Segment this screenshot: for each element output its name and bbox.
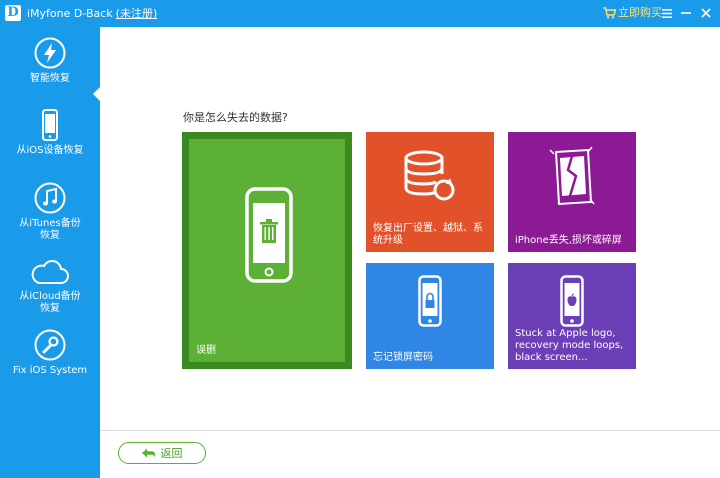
sidebar-item-ios-device[interactable]: 从iOS设备恢复 xyxy=(0,109,100,157)
sidebar-item-label: 从iTunes备份 恢复 xyxy=(19,218,81,241)
menu-icon xyxy=(662,8,672,18)
back-button[interactable]: 返回 xyxy=(118,442,206,464)
footer-divider xyxy=(100,430,720,431)
question-heading: 你是怎么失去的数据? xyxy=(183,111,288,124)
buy-now-link[interactable]: 立即购买 xyxy=(603,5,662,21)
wrench-icon xyxy=(34,329,66,361)
registration-link[interactable]: (未注册) xyxy=(116,7,158,20)
close-icon xyxy=(701,8,711,18)
iphone-icon xyxy=(42,109,58,141)
sidebar-item-smart-recovery[interactable]: 智能恢复 xyxy=(0,37,100,85)
tile-label: iPhone丢失,损坏或碎屏 xyxy=(515,235,622,246)
app-logo: D xyxy=(5,5,21,21)
database-restore-icon xyxy=(404,150,455,201)
tile-accidental-deletion[interactable]: 误删 xyxy=(182,132,352,369)
back-button-label: 返回 xyxy=(160,447,183,460)
back-arrow-icon xyxy=(141,448,155,458)
tile-inner: 误删 xyxy=(189,139,345,362)
phone-apple-icon xyxy=(560,275,584,327)
lightning-icon xyxy=(34,37,66,69)
minimize-icon xyxy=(681,12,691,14)
sidebar: 智能恢复 从iOS设备恢复 从iTunes备份 恢复 从iCloud备份 恢复 … xyxy=(0,27,100,478)
sidebar-item-label: 智能恢复 xyxy=(30,73,70,84)
cloud-icon xyxy=(31,260,69,284)
tile-label: 误删 xyxy=(196,345,216,356)
sidebar-item-label: 从iOS设备恢复 xyxy=(16,145,84,156)
tile-label: 恢复出厂设置、越狱、系统升级 xyxy=(373,223,483,246)
tile-label: Stuck at Apple logo, recovery mode loops… xyxy=(515,328,624,363)
tile-lost-broken-phone[interactable]: iPhone丢失,损坏或碎屏 xyxy=(508,132,636,252)
tile-label: 忘记锁屏密码 xyxy=(373,352,433,363)
music-note-icon xyxy=(34,182,66,214)
cart-icon xyxy=(603,7,617,19)
buy-now-label: 立即购买 xyxy=(618,6,662,19)
title-bar: D iMyfone D-Back (未注册) 立即购买 xyxy=(0,0,720,27)
sidebar-item-icloud-backup[interactable]: 从iCloud备份 恢复 xyxy=(0,257,100,315)
phone-trash-icon xyxy=(245,187,293,283)
menu-button[interactable] xyxy=(658,4,676,22)
minimize-button[interactable] xyxy=(677,4,695,22)
sidebar-item-itunes-backup[interactable]: 从iTunes备份 恢复 xyxy=(0,182,100,242)
broken-phone-icon xyxy=(549,146,595,206)
sidebar-item-label: 从iCloud备份 恢复 xyxy=(19,291,81,314)
app-name: iMyfone D-Back xyxy=(27,7,113,20)
active-indicator xyxy=(93,87,100,101)
app-title: iMyfone D-Back (未注册) xyxy=(27,6,157,21)
tile-stuck-apple-logo[interactable]: Stuck at Apple logo, recovery mode loops… xyxy=(508,263,636,369)
sidebar-item-fix-ios-system[interactable]: Fix iOS System xyxy=(0,329,100,377)
tile-factory-reset[interactable]: 恢复出厂设置、越狱、系统升级 xyxy=(366,132,494,252)
sidebar-item-label: Fix iOS System xyxy=(12,365,88,376)
close-button[interactable] xyxy=(697,4,715,22)
tile-forgot-passcode[interactable]: 忘记锁屏密码 xyxy=(366,263,494,369)
phone-lock-icon xyxy=(418,275,442,327)
